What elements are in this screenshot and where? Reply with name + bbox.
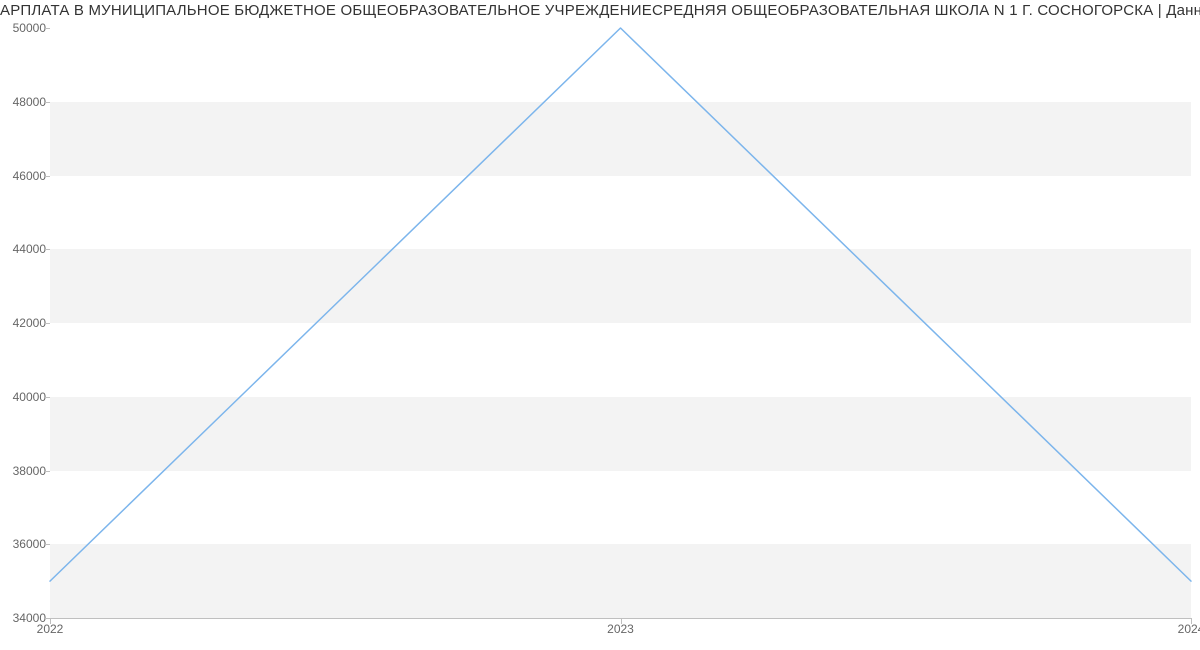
series-line xyxy=(50,28,1191,581)
y-axis-tick-mark xyxy=(45,102,50,103)
x-axis-tick-mark xyxy=(50,618,51,624)
y-axis-tick-mark xyxy=(45,471,50,472)
y-axis-tick-mark xyxy=(45,176,50,177)
y-axis-tick-mark xyxy=(45,323,50,324)
y-axis-tick-mark xyxy=(45,397,50,398)
x-axis-tick-mark xyxy=(621,618,622,624)
line-layer xyxy=(50,28,1191,618)
chart-title: АРПЛАТА В МУНИЦИПАЛЬНОЕ БЮДЖЕТНОЕ ОБЩЕОБ… xyxy=(0,2,1200,19)
y-axis-tick-label: 42000 xyxy=(13,316,46,330)
x-axis-tick-label: 2023 xyxy=(607,622,634,636)
plot-area xyxy=(50,28,1191,619)
y-axis-tick-label: 48000 xyxy=(13,95,46,109)
y-axis-tick-label: 38000 xyxy=(13,464,46,478)
y-axis-tick-label: 50000 xyxy=(13,21,46,35)
y-axis-tick-label: 46000 xyxy=(13,169,46,183)
y-axis-tick-label: 40000 xyxy=(13,390,46,404)
chart-container: АРПЛАТА В МУНИЦИПАЛЬНОЕ БЮДЖЕТНОЕ ОБЩЕОБ… xyxy=(0,0,1200,650)
x-axis-tick-mark xyxy=(1191,618,1192,624)
y-axis-tick-mark xyxy=(45,249,50,250)
y-axis-tick-label: 44000 xyxy=(13,242,46,256)
y-axis-tick-mark xyxy=(45,544,50,545)
y-axis-tick-mark xyxy=(45,28,50,29)
y-axis-tick-label: 36000 xyxy=(13,537,46,551)
x-axis-tick-label: 2024 xyxy=(1178,622,1200,636)
x-axis-tick-label: 2022 xyxy=(37,622,64,636)
